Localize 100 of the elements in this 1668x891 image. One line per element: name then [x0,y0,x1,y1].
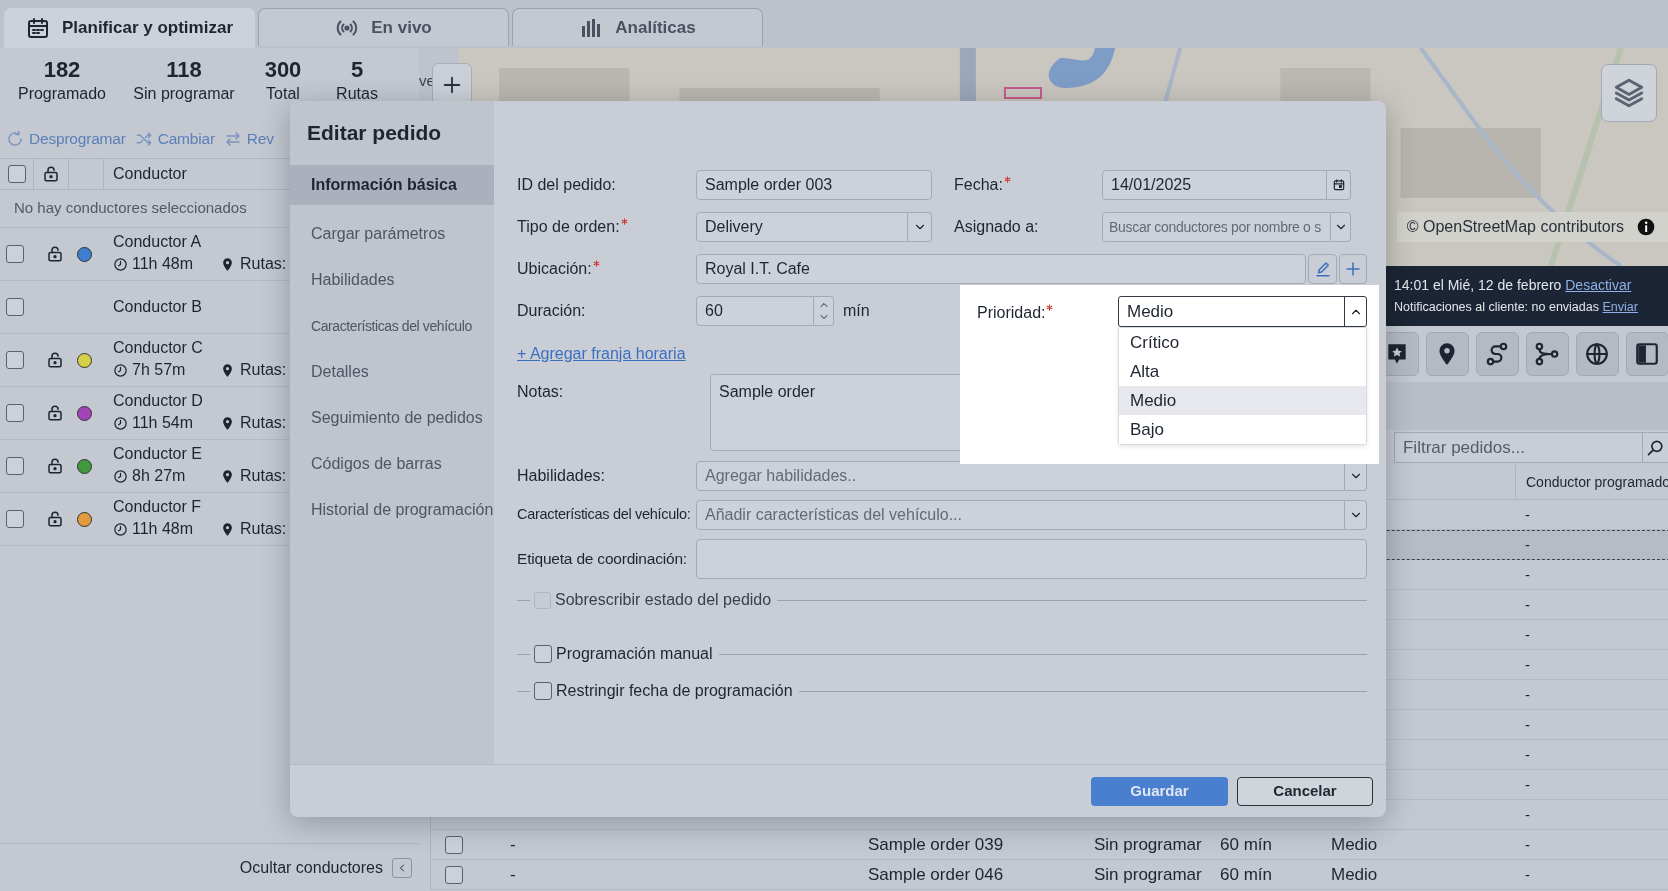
dropdown-option[interactable]: Crítico [1119,328,1366,357]
priority-select[interactable]: Medio [1118,296,1367,327]
field-label: Habilidades: [517,466,607,486]
order-name: Sample order 039 [868,834,1004,854]
notification-text: 14:01 el Mié, 12 de febrero Desactivar [1394,276,1633,296]
section-tab[interactable]: Detalles [290,349,494,395]
tab[interactable]: Analíticas [512,8,763,46]
empty-message: No hay conductores seleccionados [14,198,247,219]
clock-icon [113,256,128,272]
stat-value: 118 [166,56,202,84]
field-label: Etiqueta de coordinación: [517,549,688,570]
date-field[interactable]: 14/01/2025 [1102,170,1327,200]
dropdown-button[interactable] [1331,212,1351,242]
clock-icon [113,521,128,537]
skills-select[interactable]: Agregar habilidades.. [696,461,1345,491]
table-cell: - [510,864,516,884]
stat-value: 5 [350,56,364,84]
lock-icon [46,245,64,263]
pin-icon [220,362,235,378]
edit-button[interactable] [1308,254,1337,284]
routes-label: Rutas: [240,466,287,486]
driver-name: Conductor B [113,297,202,317]
section-tab[interactable]: Información básica [290,165,494,205]
pin-icon [220,256,235,272]
add-button[interactable] [1339,254,1367,284]
duration-cell: 60 mín [1220,864,1272,884]
stat-value: 182 [43,56,81,84]
dropdown-option[interactable]: Alta [1119,357,1366,386]
dropdown-button[interactable] [1345,500,1367,530]
spinner-button[interactable] [814,296,834,326]
pin-icon [220,415,235,431]
checkbox[interactable] [7,165,26,183]
calendar-button[interactable] [1327,170,1351,200]
toolbar-button[interactable] [1626,332,1668,376]
lock-icon [46,510,64,528]
toolbar-button[interactable] [1526,332,1569,376]
checkbox-label: Restringir fecha de programación [556,681,793,701]
drive-time: 11h 48m [132,254,195,274]
driver-name: Conductor C [113,338,204,358]
checkbox[interactable] [6,457,24,475]
status-cell: Sin programar [1094,834,1202,854]
search-button[interactable] [1643,432,1668,463]
section-tab[interactable]: Historial de programación [290,487,494,533]
vehicle-features-select[interactable]: Añadir características del vehículo... [696,500,1345,530]
section-tab[interactable]: Cargar parámetros [290,211,494,257]
pin-icon [220,521,235,537]
table-cell: - [1525,865,1530,883]
clock-icon [113,415,128,431]
checkbox[interactable] [534,645,552,663]
cancel-button[interactable]: Cancelar [1237,776,1373,806]
clock-icon [113,362,128,378]
order-id-field[interactable]: Sample order 003 [696,170,932,200]
checkbox[interactable] [534,682,552,700]
table-cell: - [1525,565,1530,583]
driver-search-field[interactable]: Buscar conductores por nombre o s [1102,212,1331,242]
toolbar-button[interactable] [1576,332,1619,376]
field-label: Fecha: [954,173,1102,197]
checkbox[interactable] [6,298,24,316]
toolbar-button[interactable] [1476,332,1519,376]
status-cell: Sin programar [1094,864,1202,884]
dropdown-option[interactable]: Medio [1119,386,1366,415]
checkbox-label: Programación manual [556,644,713,664]
filter-field[interactable]: Filtrar pedidos... [1394,432,1643,463]
info-icon[interactable] [1636,217,1656,237]
calendar-icon [26,16,50,40]
pencil-icon [1313,260,1332,278]
drive-time: 11h 54m [132,413,195,433]
pin-icon [220,468,235,484]
lock-icon [42,165,60,183]
collapse-button[interactable] [392,857,412,878]
checkbox[interactable] [445,835,463,854]
order-type-select[interactable]: Delivery [696,212,908,242]
dropdown-option[interactable]: Bajo [1119,415,1366,444]
section-tab[interactable]: Códigos de barras [290,441,494,487]
section-tab[interactable]: Habilidades [290,257,494,303]
hide-drivers-label: Ocultar conductores [239,857,383,878]
checkbox[interactable] [6,245,24,263]
location-field[interactable]: Royal I.T. Cafe [696,254,1306,284]
layers-button[interactable] [1601,64,1657,122]
section-tab[interactable]: Características del vehículo [290,303,494,349]
section-tab[interactable]: Seguimiento de pedidos [290,395,494,441]
toolbar-button[interactable] [1426,332,1469,376]
checkbox[interactable] [6,510,24,528]
globe-icon [1584,341,1611,367]
checkbox[interactable] [445,865,463,884]
duration-field[interactable]: 60 [696,296,814,326]
field-label: Características del vehículo: [517,505,692,525]
refresh-icon [6,130,24,148]
checkbox[interactable] [6,404,24,422]
table-cell: - [510,834,516,854]
send-link[interactable]: Enviar [1602,300,1638,315]
driver-name: Conductor F [113,497,203,517]
field-label: Asignado a: [954,217,1040,237]
coordination-field[interactable] [696,539,1367,579]
checkbox[interactable] [6,351,24,369]
tab[interactable]: En vivo [258,8,509,46]
lock-icon [46,351,64,369]
dialog-title: Editar pedido [307,120,442,147]
deactivate-link[interactable]: Desactivar [1565,277,1632,294]
tab[interactable]: Planificar y optimizar [4,8,255,48]
